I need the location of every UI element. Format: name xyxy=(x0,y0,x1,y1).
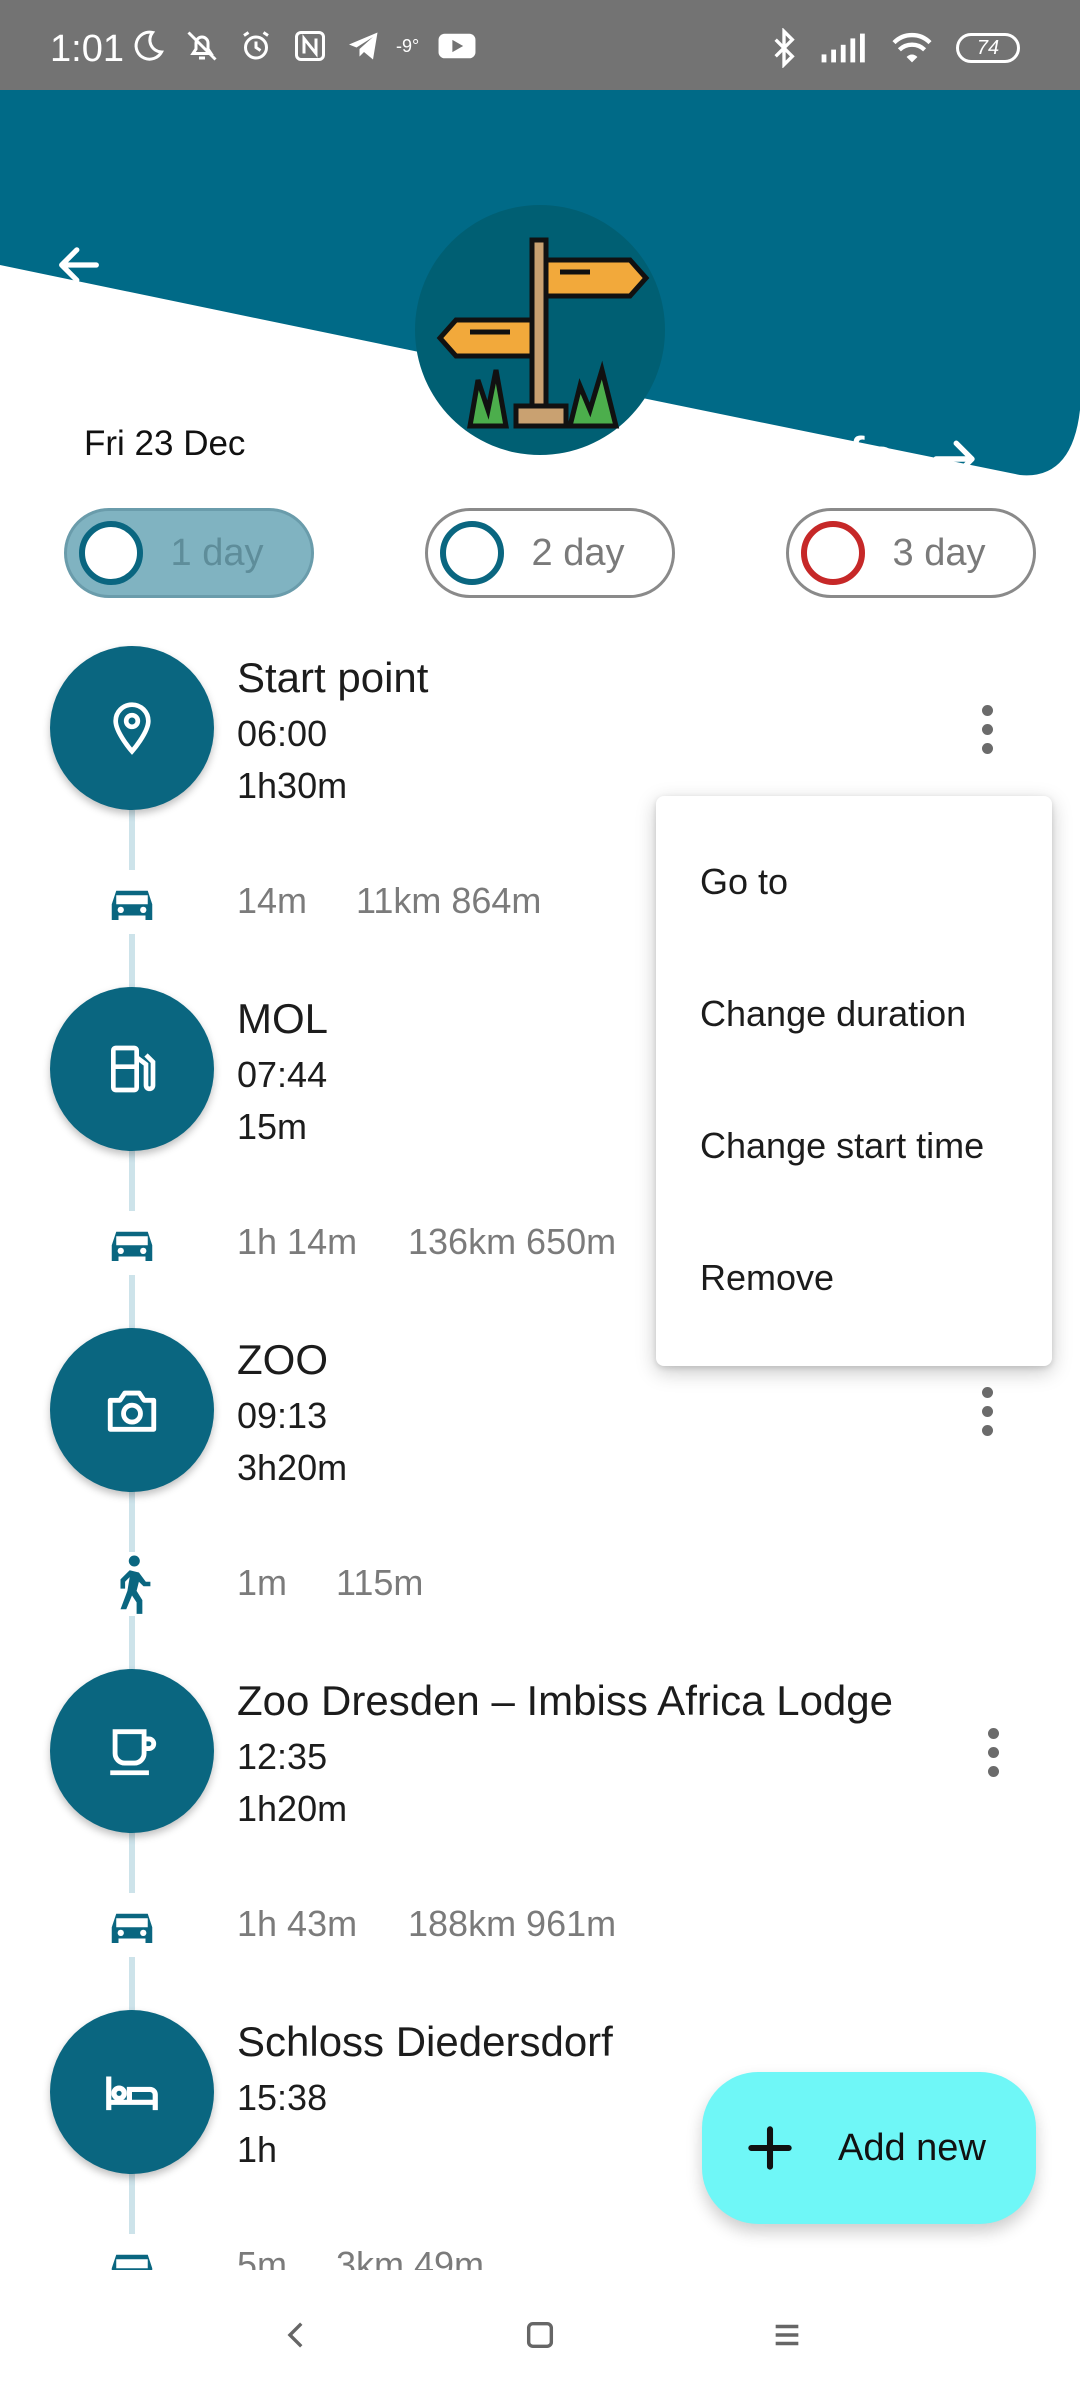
stop-more-button[interactable] xyxy=(962,1376,1012,1446)
menu-item-change-duration[interactable]: Change duration xyxy=(656,948,1052,1080)
walk-icon xyxy=(100,1552,164,1616)
travel-time: 14m xyxy=(237,880,308,921)
stop-more-button[interactable] xyxy=(962,694,1012,764)
day-selector: 1 day 2 day 3 day xyxy=(0,508,1080,600)
car-icon xyxy=(100,870,164,934)
day-chip-3[interactable]: 3 day xyxy=(786,508,1036,598)
stop-time: 09:13 xyxy=(237,1395,328,1436)
stop-more-button[interactable] xyxy=(968,1717,1018,1787)
day-chip-label: 1 day xyxy=(170,531,264,574)
stop-duration: 3h20m xyxy=(237,1447,348,1488)
plus-icon xyxy=(748,2126,792,2170)
alarm-icon xyxy=(243,31,269,60)
stop-marker[interactable] xyxy=(50,1669,214,1833)
telegram-icon xyxy=(349,32,378,60)
info-link[interactable]: Info xyxy=(800,425,981,492)
signal-icon xyxy=(821,33,865,63)
chevron-left-icon xyxy=(287,2322,303,2348)
coffee-icon xyxy=(110,1729,157,1776)
wifi-icon xyxy=(892,32,932,63)
stop-name: MOL xyxy=(237,995,329,1042)
menu-item-remove[interactable]: Remove xyxy=(656,1212,1052,1344)
battery-icon: 74 xyxy=(956,33,1020,63)
arrow-right-icon xyxy=(933,440,975,477)
nav-home-button[interactable] xyxy=(505,2300,575,2370)
stop-time: 07:44 xyxy=(237,1054,328,1095)
stop-duration: 1h xyxy=(237,2129,278,2170)
status-time: 1:01 xyxy=(50,28,124,70)
travel-time: 1m xyxy=(237,1562,288,1603)
car-icon xyxy=(100,1211,164,1275)
status-bar: 1:01 -9° 74 xyxy=(0,0,1080,90)
system-navigation-bar xyxy=(0,2270,1080,2400)
travel-distance: 3km 49m xyxy=(336,2244,485,2270)
nfc-icon xyxy=(295,31,325,61)
stop-name: ZOO xyxy=(237,1336,328,1383)
stop-duration: 15m xyxy=(237,1106,308,1147)
fuel-icon xyxy=(111,1045,156,1093)
trip-date: Fri 23 Dec xyxy=(84,424,246,463)
stop-name: Zoo Dresden – Imbiss Africa Lodge xyxy=(237,1677,894,1724)
moon-icon xyxy=(134,30,164,61)
camera-icon xyxy=(107,1390,157,1432)
stop-name: Schloss Diedersdorf xyxy=(237,2018,613,2065)
stop-marker[interactable] xyxy=(50,2010,214,2174)
travel-distance: 115m xyxy=(336,1562,424,1603)
location-pin-icon xyxy=(113,702,151,755)
nav-menu-button[interactable] xyxy=(752,2300,822,2370)
stop-marker[interactable] xyxy=(50,646,214,810)
travel-distance: 136km 650m xyxy=(408,1221,617,1262)
car-icon xyxy=(100,1893,164,1957)
travel-distance: 11km 864m xyxy=(356,880,542,921)
bell-off-icon xyxy=(187,31,217,61)
add-new-label: Add new xyxy=(838,2126,986,2169)
day-chip-2[interactable]: 2 day xyxy=(425,508,675,598)
car-icon xyxy=(100,2234,164,2270)
travel-distance: 188km 961m xyxy=(408,1903,617,1944)
square-icon xyxy=(526,2321,554,2349)
stop-context-menu: Go to Change duration Change start time … xyxy=(656,796,1052,1366)
status-temperature: -9° xyxy=(396,35,420,56)
radio-icon xyxy=(79,521,143,585)
stop-duration: 1h20m xyxy=(237,1788,348,1829)
hotel-bed-icon xyxy=(106,2076,158,2111)
menu-item-go-to[interactable]: Go to xyxy=(656,816,1052,948)
bluetooth-icon xyxy=(774,28,795,68)
travel-time: 5m xyxy=(237,2244,288,2270)
stop-duration: 1h30m xyxy=(237,765,348,806)
day-chip-1[interactable]: 1 day xyxy=(64,508,314,598)
stop-name: Start point xyxy=(237,654,429,701)
status-icons-left: -9° xyxy=(130,24,477,68)
add-new-button[interactable]: Add new xyxy=(702,2072,1036,2224)
stop-time: 06:00 xyxy=(237,713,328,754)
back-button[interactable] xyxy=(44,230,114,300)
signpost-icon xyxy=(436,237,650,429)
app-screen: 1:01 -9° 74 Info Fri 23 Dec 1 day 2 day … xyxy=(0,0,1080,2400)
radio-icon xyxy=(440,521,504,585)
info-label: Info xyxy=(800,426,897,491)
arrow-left-icon xyxy=(59,247,99,283)
status-icons-right: 74 xyxy=(770,28,1020,68)
stop-time: 15:38 xyxy=(237,2077,328,2118)
hamburger-icon xyxy=(775,2324,799,2346)
youtube-icon xyxy=(438,33,476,59)
day-chip-label: 3 day xyxy=(892,531,986,574)
stop-marker[interactable] xyxy=(50,1328,214,1492)
signpost-logo xyxy=(415,205,665,455)
travel-time: 1h 14m xyxy=(237,1221,358,1262)
travel-time: 1h 43m xyxy=(237,1903,358,1944)
menu-item-change-start-time[interactable]: Change start time xyxy=(656,1080,1052,1212)
stop-marker[interactable] xyxy=(50,987,214,1151)
travel-row-clipped: 5m 3km 49m xyxy=(0,2220,1080,2270)
radio-icon xyxy=(801,521,865,585)
stop-time: 12:35 xyxy=(237,1736,328,1777)
nav-back-button[interactable] xyxy=(262,2300,332,2370)
day-chip-label: 2 day xyxy=(531,531,625,574)
